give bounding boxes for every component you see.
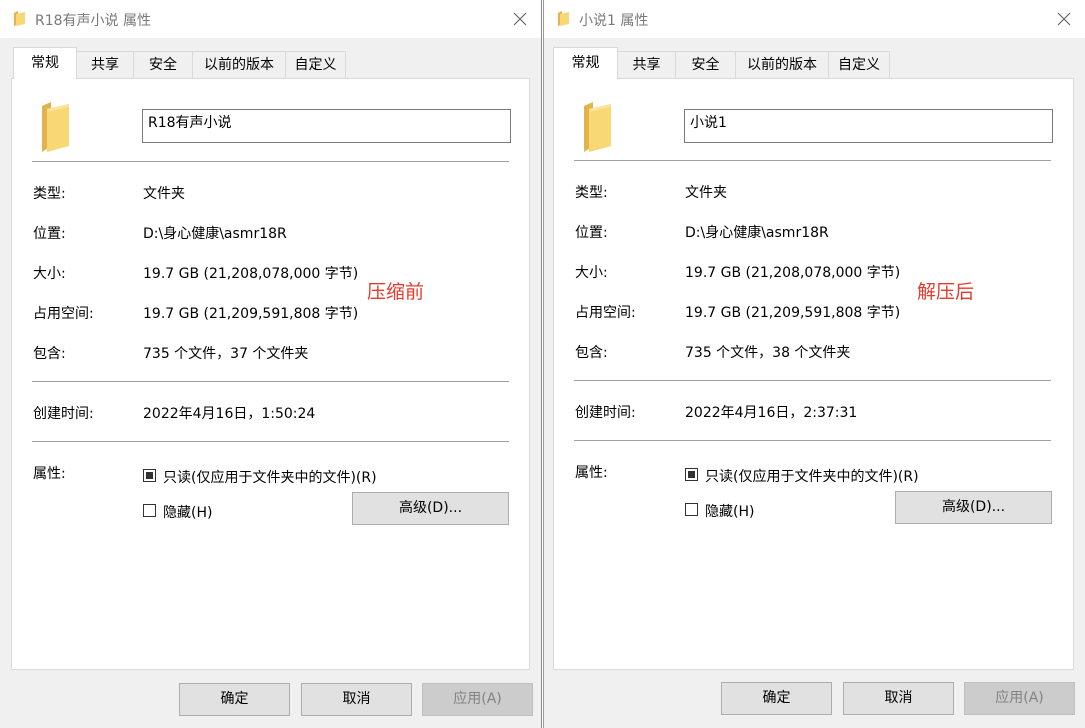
properties-dialog-left: R18有声小说 属性 常规 共享 安全 以前的版本 自定义 R18有声小说 类型… — [0, 0, 542, 728]
tab-previous-versions[interactable]: 以前的版本 — [735, 51, 829, 78]
separator — [32, 441, 509, 442]
tab-security[interactable]: 安全 — [133, 51, 193, 78]
general-panel: 小说1 类型: 文件夹 位置: D:\身心健康\asmr18R 大小: 19.7… — [553, 78, 1074, 670]
window-title: 小说1 属性 — [579, 13, 649, 29]
created-value: 2022年4月16日，2:37:31 — [685, 405, 858, 421]
hidden-checkbox[interactable] — [143, 504, 156, 517]
location-label: 位置: — [575, 225, 608, 241]
general-panel: R18有声小说 类型: 文件夹 位置: D:\身心健康\asmr18R 大小: … — [11, 78, 530, 670]
size-value: 19.7 GB (21,208,078,000 字节) — [143, 266, 359, 282]
properties-dialog-right: 小说1 属性 常规 共享 安全 以前的版本 自定义 小说1 类型: 文件夹 位置… — [543, 0, 1085, 728]
attributes-label: 属性: — [33, 466, 66, 482]
tab-customize[interactable]: 自定义 — [285, 51, 346, 78]
size-label: 大小: — [575, 265, 608, 281]
folder-icon — [14, 11, 25, 26]
tab-general[interactable]: 常规 — [553, 47, 618, 79]
separator — [574, 440, 1051, 441]
hidden-checkbox-label[interactable]: 隐藏(H) — [705, 501, 754, 521]
readonly-checkbox[interactable] — [143, 469, 156, 482]
apply-button[interactable]: 应用(A) — [964, 682, 1075, 715]
folder-name-input[interactable]: 小说1 — [684, 109, 1053, 143]
type-value: 文件夹 — [685, 185, 727, 201]
contains-label: 包含: — [33, 346, 66, 362]
annotation-label: 压缩前 — [367, 281, 425, 303]
type-value: 文件夹 — [143, 186, 185, 202]
location-label: 位置: — [33, 226, 66, 242]
close-button[interactable] — [505, 5, 535, 33]
separator — [574, 380, 1051, 381]
tab-customize[interactable]: 自定义 — [828, 51, 890, 78]
size-label: 大小: — [33, 266, 66, 282]
title-bar: 小说1 属性 — [544, 0, 1085, 38]
tab-sharing[interactable]: 共享 — [617, 51, 676, 78]
size-value: 19.7 GB (21,208,078,000 字节) — [685, 265, 901, 281]
title-bar: R18有声小说 属性 — [0, 0, 541, 38]
apply-button[interactable]: 应用(A) — [422, 683, 533, 716]
attributes-label: 属性: — [575, 465, 608, 481]
folder-icon — [42, 102, 69, 152]
close-icon — [1057, 12, 1071, 26]
created-label: 创建时间: — [575, 405, 636, 421]
close-icon — [513, 12, 527, 26]
annotation-label: 解压后 — [917, 281, 975, 303]
folder-name-input[interactable]: R18有声小说 — [142, 109, 511, 143]
created-label: 创建时间: — [33, 406, 94, 422]
size-on-disk-value: 19.7 GB (21,209,591,808 字节) — [685, 305, 901, 321]
hidden-checkbox-label[interactable]: 隐藏(H) — [163, 502, 212, 522]
ok-button[interactable]: 确定 — [179, 683, 290, 716]
type-label: 类型: — [33, 186, 66, 202]
size-on-disk-value: 19.7 GB (21,209,591,808 字节) — [143, 306, 359, 322]
created-value: 2022年4月16日，1:50:24 — [143, 406, 316, 422]
tab-security[interactable]: 安全 — [675, 51, 736, 78]
contains-value: 735 个文件，37 个文件夹 — [143, 346, 309, 362]
tab-general[interactable]: 常规 — [13, 47, 77, 79]
close-button[interactable] — [1049, 5, 1079, 33]
folder-icon — [558, 11, 569, 26]
window-title: R18有声小说 属性 — [35, 13, 151, 29]
tab-previous-versions[interactable]: 以前的版本 — [192, 51, 286, 78]
contains-label: 包含: — [575, 345, 608, 361]
hidden-checkbox[interactable] — [685, 503, 698, 516]
location-value: D:\身心健康\asmr18R — [685, 225, 829, 241]
readonly-checkbox-label[interactable]: 只读(仅应用于文件夹中的文件)(R) — [163, 467, 377, 487]
separator — [32, 381, 509, 382]
separator — [32, 161, 509, 162]
ok-button[interactable]: 确定 — [721, 682, 832, 715]
separator — [574, 160, 1051, 161]
cancel-button[interactable]: 取消 — [843, 682, 954, 715]
readonly-checkbox-label[interactable]: 只读(仅应用于文件夹中的文件)(R) — [705, 466, 919, 486]
contains-value: 735 个文件，38 个文件夹 — [685, 345, 851, 361]
cancel-button[interactable]: 取消 — [301, 683, 412, 716]
tab-sharing[interactable]: 共享 — [76, 51, 134, 78]
type-label: 类型: — [575, 185, 608, 201]
location-value: D:\身心健康\asmr18R — [143, 226, 287, 242]
advanced-button[interactable]: 高级(D)... — [352, 492, 509, 525]
folder-icon — [584, 102, 611, 152]
advanced-button[interactable]: 高级(D)... — [895, 491, 1052, 524]
size-on-disk-label: 占用空间: — [33, 306, 94, 322]
readonly-checkbox[interactable] — [685, 468, 698, 481]
size-on-disk-label: 占用空间: — [575, 305, 636, 321]
